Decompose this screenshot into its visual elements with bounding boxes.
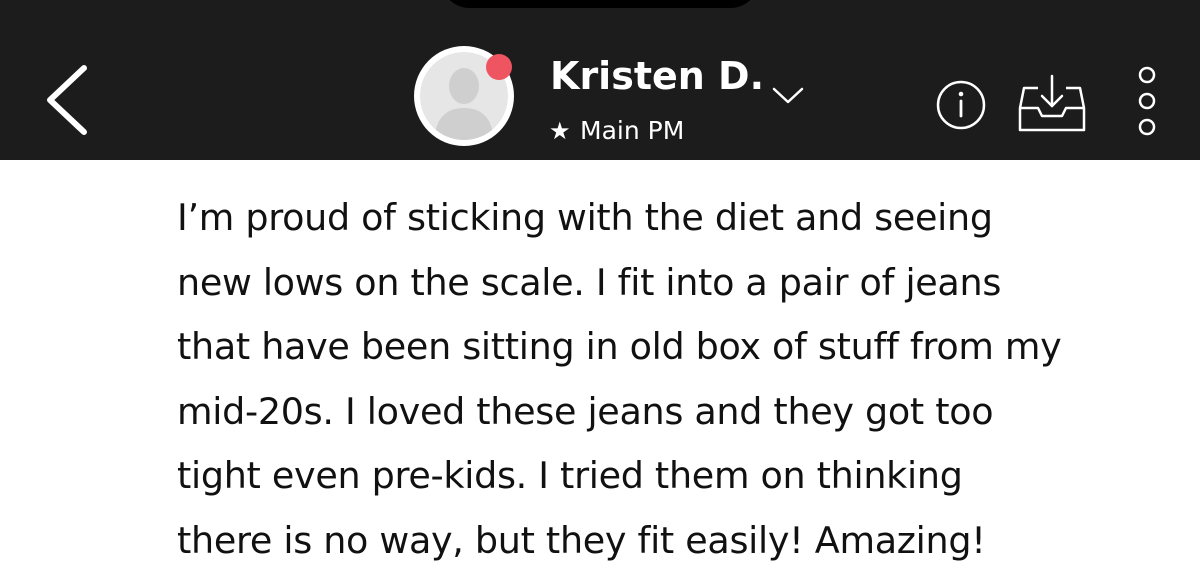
message-line: new lows on the scale. I fit into a pair… — [177, 260, 1002, 304]
star-icon: ★ — [549, 117, 571, 145]
message-line: there is no way, but they fit easily! Am… — [177, 518, 986, 562]
more-options-button[interactable] — [1124, 60, 1170, 142]
chat-screen: Kristen D. ★ Main PM I’m proud of sticki… — [0, 0, 1200, 573]
message-line: mid-20s. I loved these jeans and they go… — [177, 389, 994, 433]
device-notch — [440, 0, 760, 8]
chevron-left-icon — [47, 65, 87, 135]
message-line: that have been sitting in old box of stu… — [177, 325, 1062, 368]
info-icon — [936, 80, 986, 130]
contact-subtitle: Main PM — [580, 116, 685, 145]
message-line: tight even pre-kids. I tried them on thi… — [177, 454, 963, 497]
download-button[interactable] — [1014, 74, 1090, 136]
status-indicator — [486, 54, 512, 80]
contact-name[interactable]: Kristen D. — [550, 52, 764, 100]
chat-header: Kristen D. ★ Main PM — [0, 0, 1200, 160]
more-vertical-icon — [1138, 66, 1156, 136]
message-line: I’m proud of sticking with the diet and … — [177, 196, 993, 239]
name-dropdown-button[interactable] — [768, 80, 808, 110]
chevron-down-icon — [772, 87, 804, 104]
message-body: I’m proud of sticking with the diet and … — [177, 186, 1167, 573]
back-button[interactable] — [38, 62, 98, 138]
contact-avatar-button[interactable] — [414, 46, 514, 146]
info-button[interactable] — [934, 78, 988, 132]
download-tray-icon — [1018, 74, 1086, 132]
